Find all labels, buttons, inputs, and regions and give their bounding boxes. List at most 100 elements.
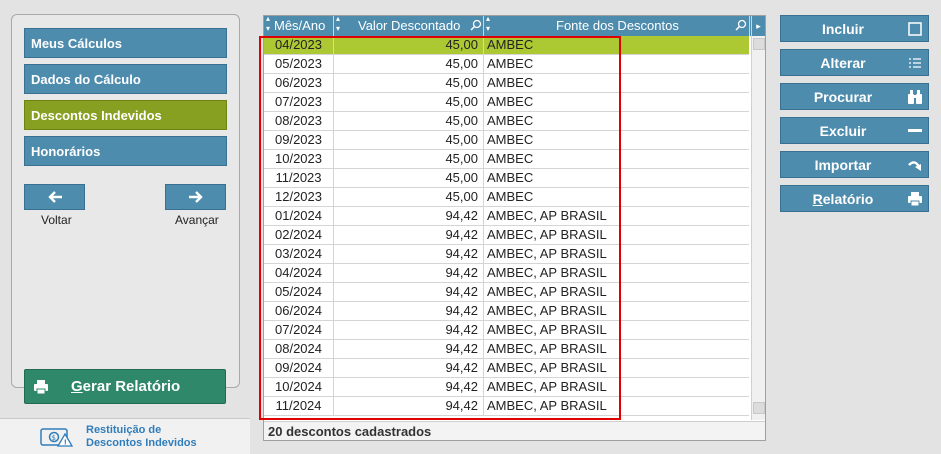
search-icon[interactable]: [735, 19, 747, 33]
scroll-header-arrow[interactable]: ▸: [751, 16, 765, 36]
table-row[interactable]: 08/2024 94,42 AMBEC, AP BRASIL: [264, 340, 749, 359]
cell-valor-descontado: 94,42: [334, 340, 484, 358]
cell-fonte-dos-descontos: AMBEC, AP BRASIL: [487, 303, 607, 318]
table-row[interactable]: 08/2023 45,00 AMBEC: [264, 112, 749, 131]
cell-mes-ano: 06/2023: [264, 74, 334, 92]
cell-fonte-dos-descontos: AMBEC, AP BRASIL: [487, 398, 607, 413]
table-row[interactable]: 06/2023 45,00 AMBEC: [264, 74, 749, 93]
cell-fonte-dos-descontos: AMBEC, AP BRASIL: [487, 284, 607, 299]
table-row[interactable]: 10/2024 94,42 AMBEC, AP BRASIL: [264, 378, 749, 397]
nav-dados-do-calculo[interactable]: Dados do Cálculo: [24, 64, 227, 94]
table-row[interactable]: 04/2024 94,42 AMBEC, AP BRASIL: [264, 264, 749, 283]
cell-mes-ano: 05/2024: [264, 283, 334, 301]
cell-fonte-dos-descontos: AMBEC: [487, 170, 534, 185]
curved-arrow-icon: [908, 161, 921, 171]
cell-mes-ano: 06/2024: [264, 302, 334, 320]
cell-mes-ano: 03/2024: [264, 245, 334, 263]
cell-valor-descontado: 45,00: [334, 55, 484, 73]
cell-mes-ano: 08/2023: [264, 112, 334, 130]
table-row[interactable]: 04/2023 45,00 AMBEC: [264, 36, 749, 55]
cell-valor-descontado: 94,42: [334, 378, 484, 396]
cell-fonte-dos-descontos: AMBEC: [487, 56, 534, 71]
cell-mes-ano: 07/2024: [264, 321, 334, 339]
cell-mes-ano: 04/2023: [264, 36, 334, 54]
generate-report-label: Gerar Relatório: [71, 378, 181, 395]
cell-mes-ano: 10/2023: [264, 150, 334, 168]
back-button[interactable]: [24, 184, 85, 210]
nav-descontos-indevidos[interactable]: Descontos Indevidos: [24, 100, 227, 130]
cell-fonte-dos-descontos: AMBEC, AP BRASIL: [487, 379, 607, 394]
table-row[interactable]: 11/2024 94,42 AMBEC, AP BRASIL: [264, 397, 749, 416]
table-row[interactable]: 07/2023 45,00 AMBEC: [264, 93, 749, 112]
generate-report-button[interactable]: Gerar Relatório: [24, 369, 226, 404]
cell-valor-descontado: 94,42: [334, 264, 484, 282]
cell-fonte-dos-descontos: AMBEC, AP BRASIL: [487, 246, 607, 261]
cell-fonte-dos-descontos: AMBEC, AP BRASIL: [487, 265, 607, 280]
relatorio-button[interactable]: Relatório: [780, 185, 929, 212]
cell-valor-descontado: 94,42: [334, 397, 484, 415]
sort-icon: ▴ ▾: [336, 14, 341, 33]
cell-mes-ano: 04/2024: [264, 264, 334, 282]
cell-valor-descontado: 94,42: [334, 245, 484, 263]
column-header-mes-ano[interactable]: ▴ ▾ Mês/Ano: [264, 14, 334, 36]
printer-icon: [34, 380, 48, 395]
cell-valor-descontado: 94,42: [334, 302, 484, 320]
brand-title: Restituição de Descontos Indevidos: [86, 424, 197, 450]
cell-fonte-dos-descontos: AMBEC, AP BRASIL: [487, 322, 607, 337]
table-footer-count: 20 descontos cadastrados: [264, 421, 765, 440]
table-row[interactable]: 12/2023 45,00 AMBEC: [264, 188, 749, 207]
square-icon: [908, 22, 922, 36]
cell-mes-ano: 01/2024: [264, 207, 334, 225]
cell-fonte-dos-descontos: AMBEC, AP BRASIL: [487, 227, 607, 242]
list-icon: [909, 58, 921, 68]
cell-mes-ano: 09/2024: [264, 359, 334, 377]
table-row[interactable]: 09/2023 45,00 AMBEC: [264, 131, 749, 150]
back-label: Voltar: [41, 213, 72, 227]
table-row[interactable]: 10/2023 45,00 AMBEC: [264, 150, 749, 169]
money-refund-icon: $ !: [40, 428, 74, 447]
cell-valor-descontado: 94,42: [334, 321, 484, 339]
brand-line-2: Descontos Indevidos: [86, 437, 197, 449]
cell-mes-ano: 07/2023: [264, 93, 334, 111]
table-row[interactable]: 03/2024 94,42 AMBEC, AP BRASIL: [264, 245, 749, 264]
vertical-scrollbar[interactable]: [751, 36, 765, 420]
table-row[interactable]: 06/2024 94,42 AMBEC, AP BRASIL: [264, 302, 749, 321]
procurar-button[interactable]: Procurar: [780, 83, 929, 110]
table-row[interactable]: 05/2023 45,00 AMBEC: [264, 55, 749, 74]
cell-valor-descontado: 45,00: [334, 150, 484, 168]
cell-valor-descontado: 45,00: [334, 112, 484, 130]
cell-valor-descontado: 45,00: [334, 36, 484, 54]
table-row[interactable]: 11/2023 45,00 AMBEC: [264, 169, 749, 188]
excluir-button[interactable]: Excluir: [780, 117, 929, 144]
cell-valor-descontado: 45,00: [334, 93, 484, 111]
cell-fonte-dos-descontos: AMBEC, AP BRASIL: [487, 360, 607, 375]
table-row[interactable]: 02/2024 94,42 AMBEC, AP BRASIL: [264, 226, 749, 245]
incluir-button[interactable]: Incluir: [780, 15, 929, 42]
cell-fonte-dos-descontos: AMBEC: [487, 37, 534, 52]
cell-mes-ano: 02/2024: [264, 226, 334, 244]
table-row[interactable]: 07/2024 94,42 AMBEC, AP BRASIL: [264, 321, 749, 340]
nav-honorarios[interactable]: Honorários: [24, 136, 227, 166]
scrollbar-thumb-top[interactable]: [753, 38, 765, 50]
search-icon[interactable]: [470, 19, 482, 33]
cell-fonte-dos-descontos: AMBEC: [487, 132, 534, 147]
column-header-fonte-dos-descontos[interactable]: ▴ ▾ Fonte dos Descontos: [484, 14, 750, 36]
table-header: ▴ ▾ Mês/Ano ▴ ▾ Valor Descontado ▴ ▾ Fonte …: [264, 14, 765, 36]
table-row[interactable]: 09/2024 94,42 AMBEC, AP BRASIL: [264, 359, 749, 378]
cell-valor-descontado: 94,42: [334, 283, 484, 301]
cell-valor-descontado: 94,42: [334, 207, 484, 225]
table-row[interactable]: 01/2024 94,42 AMBEC, AP BRASIL: [264, 207, 749, 226]
alterar-button[interactable]: Alterar: [780, 49, 929, 76]
next-label: Avançar: [175, 213, 219, 227]
next-button[interactable]: [165, 184, 226, 210]
column-header-valor-descontado[interactable]: ▴ ▾ Valor Descontado: [334, 14, 484, 36]
svg-text:!: !: [64, 439, 67, 447]
svg-text:$: $: [52, 434, 56, 442]
importar-button[interactable]: Importar: [780, 151, 929, 178]
minus-icon: [908, 129, 922, 132]
table-body: 04/2023 45,00 AMBEC 05/2023 45,00 AMBEC 06/202…: [264, 36, 749, 416]
scrollbar-thumb-bottom[interactable]: [753, 402, 765, 414]
table-row[interactable]: 05/2024 94,42 AMBEC, AP BRASIL: [264, 283, 749, 302]
cell-mes-ano: 11/2023: [264, 169, 334, 187]
nav-meus-calculos[interactable]: Meus Cálculos: [24, 28, 227, 58]
